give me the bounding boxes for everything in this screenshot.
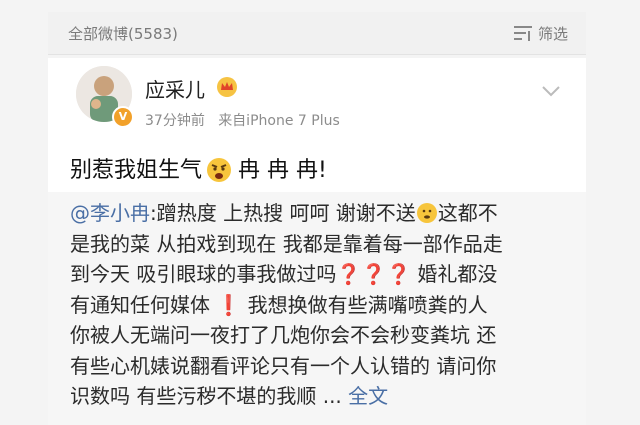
repost-line-3: 到今天 吸引眼球的事我做过吗❓❓❓ 婚礼都没 — [70, 259, 580, 290]
repost-line-4-text-b: 我想换做有些满嘴喷粪的人 — [241, 292, 488, 317]
repost-line-6: 有些心机婊说翻看评论只有一个人认错的 请问你 — [70, 353, 497, 378]
repost-line-3-text-a: 到今天 吸引眼球的事我做过吗 — [70, 262, 337, 286]
post-source: 来自iPhone 7 Plus — [218, 113, 340, 129]
full-text-link[interactable]: 全文 — [348, 384, 388, 408]
filter-button[interactable]: 筛选 — [512, 21, 568, 45]
angry-face-icon — [207, 158, 232, 182]
post-time: 37分钟前 — [145, 113, 205, 129]
filter-icon — [513, 26, 532, 41]
repost-line-7: 识数吗 有些污秽不堪的我顺 ... 全文 — [70, 381, 580, 412]
repost-line-3-text-b: 婚礼都没 — [411, 262, 498, 286]
repost-text: @李小冉:蹭热度 上热搜 呵呵 谢谢不送 这都不 是我的菜 从拍戏到现在 我都是… — [70, 198, 580, 412]
post-text: 别惹我姐生气 冉 冉 冉! — [70, 152, 327, 184]
repost-line-1-text-a: :蹭热度 上热搜 呵呵 谢谢不送 — [150, 201, 416, 225]
repost-line-4: 有通知任何媒体 ❗ 我想换做有些满嘴喷粪的人 — [70, 290, 580, 321]
repost-line-5: 你被人无端问一夜打了几炮你会不会秒变粪坑 还 — [70, 323, 497, 347]
crown-badge-icon — [217, 77, 237, 97]
chevron-down-icon[interactable] — [540, 84, 562, 98]
username[interactable]: 应采儿 — [145, 74, 205, 103]
repost-line-1-text-b: 这都不 — [437, 201, 498, 225]
post-meta: 37分钟前 来自iPhone 7 Plus — [145, 110, 340, 130]
question-mark-icon: ❓ — [361, 262, 387, 286]
repost-line-2: 是我的菜 从拍戏到现在 我都是靠着每一部作品走 — [70, 231, 503, 256]
repost-line-7-text: 识数吗 有些污秽不堪的我顺 ... — [70, 384, 349, 408]
mention-link[interactable]: @李小冉 — [70, 201, 150, 225]
filter-label: 筛选 — [537, 24, 568, 43]
repost-line-1: @李小冉:蹭热度 上热搜 呵呵 谢谢不送 这都不 — [70, 198, 580, 229]
thinking-face-icon — [416, 203, 437, 223]
repost-line-4-text-a: 有通知任何媒体 — [70, 292, 217, 317]
exclamation-mark-icon: ❗ — [216, 292, 242, 317]
feed-header: 全部微博(5583) 筛选 — [48, 12, 586, 55]
verified-badge-icon: V — [112, 106, 134, 128]
post-text-part2: 冉 冉 冉! — [238, 158, 327, 183]
weibo-count: 全部微博(5583) — [68, 25, 178, 43]
question-mark-icon: ❓ — [386, 262, 412, 286]
post-text-part1: 别惹我姐生气 — [70, 158, 203, 183]
question-mark-icon: ❓ — [336, 262, 362, 286]
